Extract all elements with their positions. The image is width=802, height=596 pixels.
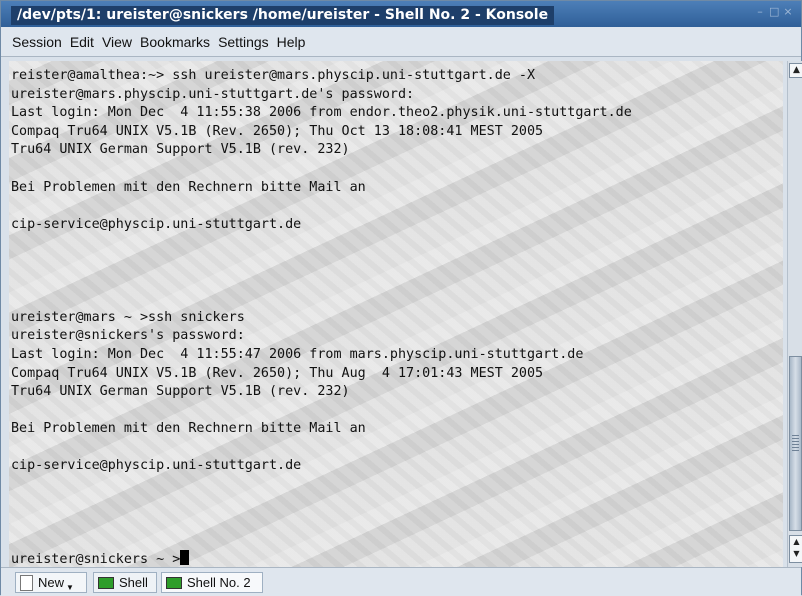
new-session-button[interactable]: New ▼ [15, 572, 87, 593]
window-controls: – □ × [755, 6, 793, 17]
terminal-prompt: ureister@snickers ~ > [11, 552, 181, 567]
terminal-line: Last login: Mon Dec 4 11:55:38 2006 from… [11, 105, 632, 121]
title-bar[interactable]: /dev/pts/1: ureister@snickers /home/urei… [1, 1, 801, 27]
scrollbar-thumb[interactable] [789, 356, 802, 531]
tab-shell-no-2[interactable]: Shell No. 2 [161, 572, 263, 593]
terminal-line: cip-service@physcip.uni-stuttgart.de [11, 458, 302, 474]
terminal-icon [98, 576, 114, 589]
terminal-lines: reister@amalthea:~> ssh ureister@mars.ph… [11, 67, 632, 567]
terminal-line: cip-service@physcip.uni-stuttgart.de [11, 216, 302, 232]
terminal-line: Tru64 UNIX German Support V5.1B (rev. 23… [11, 142, 350, 158]
terminal-line: Last login: Mon Dec 4 11:55:47 2006 from… [11, 346, 584, 362]
menu-bookmarks[interactable]: Bookmarks [139, 34, 211, 50]
new-session-label: New [38, 575, 65, 590]
new-document-icon [20, 574, 33, 591]
terminal-line: ureister@mars ~ >ssh snickers [11, 309, 245, 325]
menu-edit[interactable]: Edit [69, 34, 95, 50]
close-icon[interactable]: × [783, 6, 793, 17]
terminal-line: ureister@snickers's password: [11, 328, 245, 344]
terminal-output[interactable]: reister@amalthea:~> ssh ureister@mars.ph… [9, 61, 783, 567]
menu-bar: Session Edit View Bookmarks Settings Hel… [1, 27, 801, 57]
konsole-window: /dev/pts/1: ureister@snickers /home/urei… [0, 0, 802, 596]
grip-icon [792, 435, 799, 451]
maximize-icon[interactable]: □ [769, 6, 779, 17]
window-title: /dev/pts/1: ureister@snickers /home/urei… [11, 6, 555, 25]
tab-shell[interactable]: Shell [93, 572, 157, 593]
menu-settings[interactable]: Settings [217, 34, 270, 50]
terminal-line: reister@amalthea:~> ssh ureister@mars.ph… [11, 68, 536, 83]
tab-shell-label: Shell [119, 575, 148, 590]
terminal-icon [166, 576, 182, 589]
menu-session[interactable]: Session [11, 34, 63, 50]
terminal-line: Tru64 UNIX German Support V5.1B (rev. 23… [11, 384, 350, 400]
scroll-down-icon[interactable]: ▲ ▼ [789, 535, 802, 563]
minimize-icon[interactable]: – [755, 6, 765, 17]
terminal-line: Bei Problemen mit den Rechnern bitte Mai… [11, 421, 366, 437]
dropdown-arrow-icon[interactable]: ▼ [66, 583, 74, 592]
session-tab-bar: New ▼ Shell Shell No. 2 [1, 567, 801, 596]
menu-help[interactable]: Help [276, 34, 307, 50]
menu-view[interactable]: View [101, 34, 133, 50]
terminal-area: reister@amalthea:~> ssh ureister@mars.ph… [9, 61, 802, 567]
scroll-up-icon[interactable]: ▲ [789, 63, 802, 78]
terminal-line: ureister@mars.physcip.uni-stuttgart.de's… [11, 86, 415, 102]
text-cursor [180, 550, 190, 566]
terminal-line: Bei Problemen mit den Rechnern bitte Mai… [11, 179, 366, 195]
vertical-scrollbar[interactable]: ▲ ▲ ▼ [787, 61, 802, 567]
terminal-line: Compaq Tru64 UNIX V5.1B (Rev. 2650); Thu… [11, 365, 544, 381]
terminal-prompt-line[interactable]: ureister@snickers ~ > [11, 550, 632, 567]
tab-shell-no-2-label: Shell No. 2 [187, 575, 251, 590]
terminal-line: Compaq Tru64 UNIX V5.1B (Rev. 2650); Thu… [11, 123, 544, 139]
